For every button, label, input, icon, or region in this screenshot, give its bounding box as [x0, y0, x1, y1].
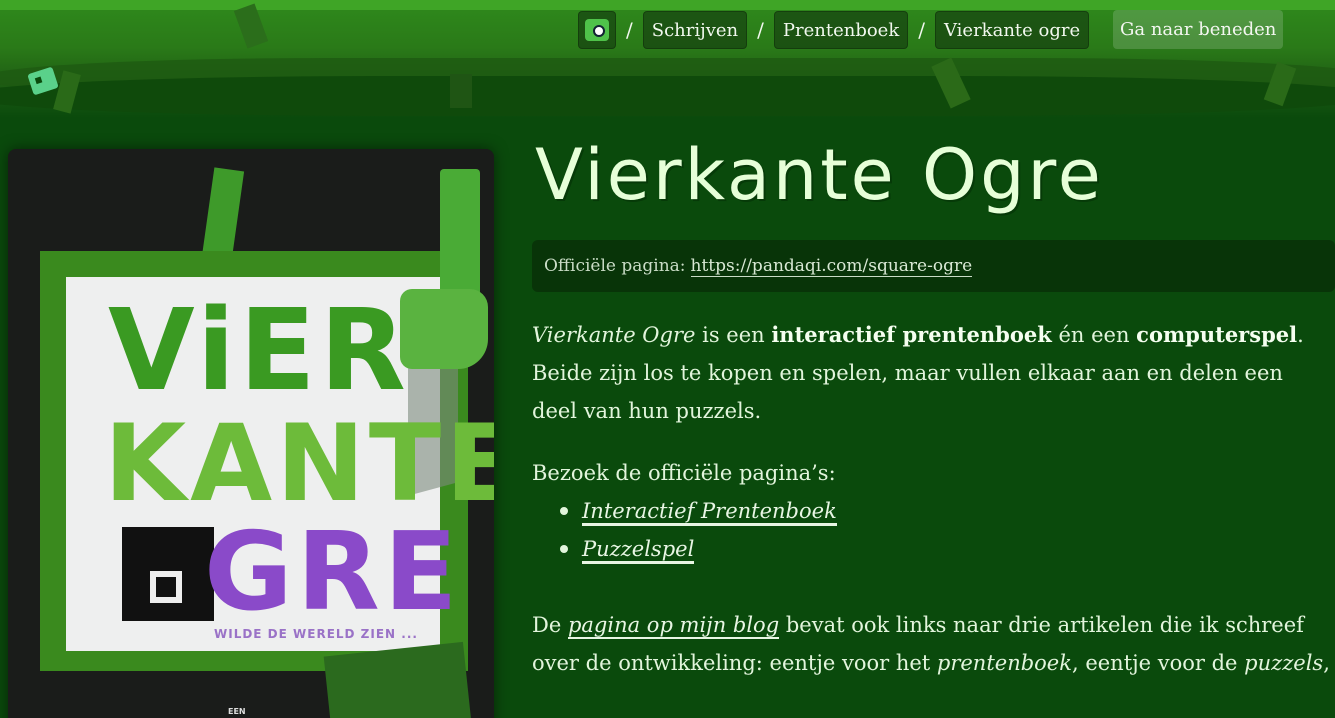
breadcrumb-separator: / [757, 18, 764, 42]
cover-subtitle: WILDE DE WERELD ZIEN ... [214, 627, 418, 641]
ogre-hand-decoration [400, 289, 488, 369]
breadcrumb: / Schrijven / Prentenboek / Vierkante og… [578, 11, 1090, 49]
breadcrumb-vierkante-ogre[interactable]: Vierkante ogre [934, 11, 1090, 49]
list-item: Interactief Prentenboek [558, 492, 1335, 530]
blog-page-link[interactable]: pagina op mijn blog [567, 613, 780, 639]
ogre-arm-decoration [201, 167, 245, 261]
intro-text: is een [695, 323, 772, 347]
go-to-bottom-button[interactable]: Ga naar beneden [1113, 10, 1284, 49]
blog-em-puzzels: puzzels [1244, 651, 1324, 675]
blog-em-prentenboek: prentenboek [936, 651, 1072, 675]
book-cover-image: ViER KANTE GRE WILDE DE WERELD ZIEN ... … [8, 149, 494, 718]
breadcrumb-prentenboek[interactable]: Prentenboek [773, 11, 909, 49]
blog-paragraph: De pagina op mijn blog bevat ook links n… [532, 606, 1335, 682]
cover-title-line2: KANTE [104, 402, 494, 525]
ogre-logo-icon [585, 19, 609, 41]
breadcrumb-home-button[interactable] [578, 11, 616, 49]
branch-decoration [233, 3, 269, 49]
cover-title-line1: ViER [108, 286, 410, 416]
official-page-box: Officiële pagina: https://pandaqi.com/sq… [532, 240, 1335, 292]
ogre-square-icon [122, 527, 214, 621]
official-label: Officiële pagina: [544, 256, 686, 276]
branch-decoration [450, 74, 472, 108]
intro-bold-computerspel: computerspel [1136, 322, 1298, 347]
list-item: Puzzelspel [558, 530, 1335, 568]
cover-bottom-text: EEN [228, 707, 246, 716]
cover-blob [323, 641, 473, 718]
official-links-list: Interactief Prentenboek Puzzelspel [558, 492, 1335, 568]
blog-text: , [1323, 651, 1330, 675]
visit-label: Bezoek de officiële pagina’s: [532, 461, 836, 485]
header-band [0, 0, 1335, 10]
cover-title-line3: GRE [204, 510, 462, 635]
official-page-link[interactable]: https://pandaqi.com/square-ogre [690, 256, 973, 277]
link-interactief-prentenboek[interactable]: Interactief Prentenboek [582, 499, 837, 526]
main-content: Vierkante Ogre Officiële pagina: https:/… [532, 140, 1335, 682]
breadcrumb-separator: / [626, 18, 633, 42]
intro-paragraph: Vierkante Ogre is een interactief prente… [532, 316, 1332, 430]
header-wave-dark [0, 76, 1335, 116]
breadcrumb-schrijven[interactable]: Schrijven [642, 11, 748, 49]
page-title: Vierkante Ogre [535, 134, 1104, 216]
intro-title-em: Vierkante Ogre [532, 323, 696, 347]
link-puzzelspel[interactable]: Puzzelspel [582, 537, 695, 564]
intro-text: én een [1051, 323, 1137, 347]
breadcrumb-separator: / [918, 18, 925, 42]
blog-text: , eentje voor de [1071, 651, 1245, 675]
blog-text: De [532, 613, 568, 637]
intro-bold-prentenboek: interactief prentenboek [771, 322, 1052, 347]
